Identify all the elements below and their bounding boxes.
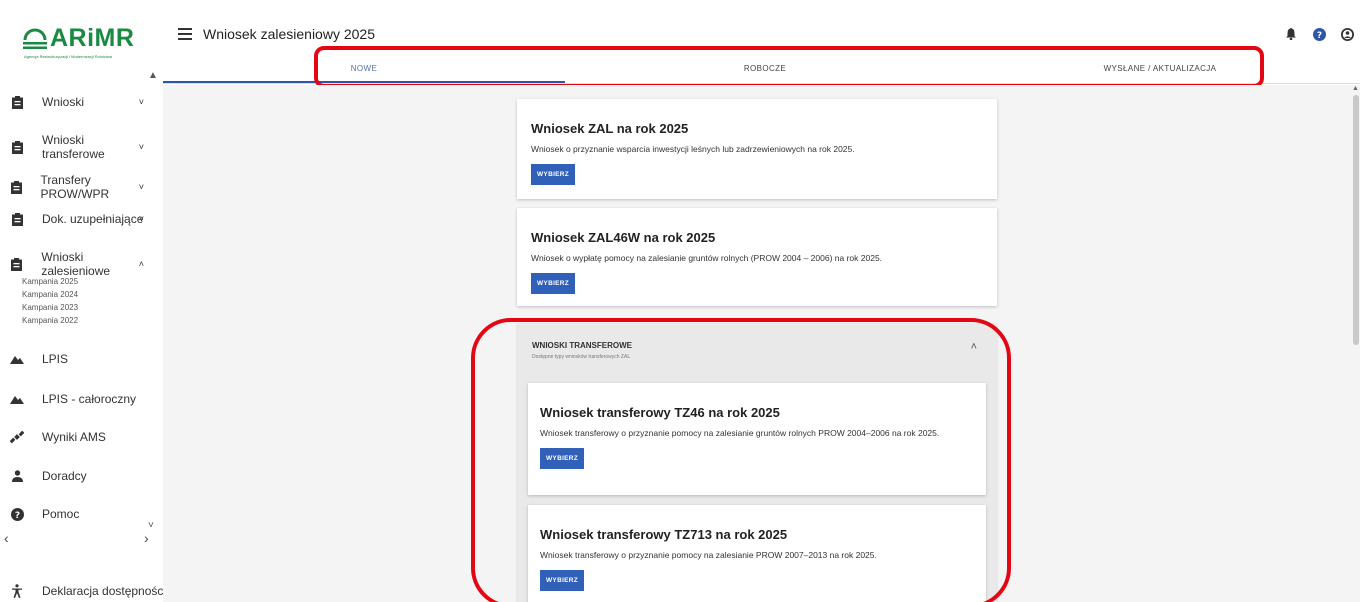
card-description: Wniosek o wypłatę pomocy na zalesianie g…	[531, 253, 883, 263]
bell-icon[interactable]	[1284, 27, 1298, 41]
sidebar-subitem-kampania-2023[interactable]: Kampania 2023	[22, 303, 78, 312]
scroll-left-icon[interactable]: ‹	[4, 530, 9, 546]
sidebar-item-label: LPIS - całoroczny	[42, 392, 137, 406]
chevron-up-icon: ˄	[138, 259, 144, 269]
sidebar: ARiMR Agencja Restrukturyzacji i Moderni…	[0, 0, 163, 602]
logo-subtitle: Agencja Restrukturyzacji i Modernizacji …	[24, 54, 113, 59]
sidebar-item-label: Wnioski	[42, 95, 85, 109]
sidebar-item-lpis[interactable]: LPIS	[10, 352, 150, 366]
sidebar-item-label: Wyniki AMS	[42, 430, 106, 444]
sidebar-item-doradcy[interactable]: Doradcy	[10, 469, 150, 483]
arimr-logo[interactable]: ARiMR Agencja Restrukturyzacji i Moderni…	[22, 24, 142, 64]
sidebar-item-wnioski[interactable]: Wnioski ˅	[10, 95, 150, 109]
sidebar-item-wyniki-ams[interactable]: Wyniki AMS	[10, 430, 150, 444]
chevron-down-icon: ˅	[138, 142, 144, 152]
sidebar-item-label: Transfery PROW/WPR	[40, 173, 110, 201]
user-icon[interactable]	[1340, 27, 1354, 41]
card-description: Wniosek o przyznanie wsparcia inwestycji…	[531, 144, 855, 154]
arimr-logo-mark-icon	[23, 28, 47, 49]
logo-text: ARiMR	[50, 24, 135, 52]
sidebar-subitem-kampania-2024[interactable]: Kampania 2024	[22, 290, 78, 299]
sidebar-item-lpis-caloroczny[interactable]: LPIS - całoroczny	[10, 392, 150, 406]
chevron-down-icon: ˅	[138, 97, 144, 107]
card-title: Wniosek ZAL46W na rok 2025	[531, 230, 716, 245]
select-zal46w-button[interactable]: WYBIERZ	[531, 273, 576, 294]
card-title: Wniosek ZAL na rok 2025	[531, 121, 689, 136]
accessibility-icon	[10, 584, 24, 598]
select-zal-button[interactable]: WYBIERZ	[531, 164, 576, 185]
content-vertical-scrollbar[interactable]: ▲	[1352, 85, 1360, 602]
sidebar-item-label: Dok. uzupełniające	[42, 212, 144, 226]
sidebar-horizontal-scrollbar[interactable]: ‹ ›	[0, 530, 160, 550]
clipboard-icon	[10, 140, 24, 154]
sidebar-item-label: Wnioski transferowe	[42, 133, 105, 161]
sidebar-scroll-up-button[interactable]: ▲	[148, 70, 158, 81]
sidebar-item-transfery-prow-wpr[interactable]: Transfery PROW/WPR ˅	[10, 173, 150, 201]
scroll-right-icon[interactable]: ›	[144, 530, 149, 546]
sidebar-item-label: LPIS	[42, 352, 69, 366]
clipboard-icon	[10, 257, 23, 271]
scrollbar-thumb[interactable]	[1353, 95, 1359, 345]
chevron-down-icon: ˅	[138, 182, 144, 192]
mountain-icon	[10, 392, 24, 406]
help-icon[interactable]: ?	[1312, 27, 1326, 41]
application-card-zal: Wniosek ZAL na rok 2025 Wniosek o przyzn…	[517, 99, 997, 199]
page-title: Wniosek zalesieniowy 2025	[203, 26, 375, 42]
sidebar-item-dok-uzupelniajace[interactable]: Dok. uzupełniające ˅	[10, 212, 150, 226]
satellite-icon	[10, 430, 24, 444]
sidebar-item-wnioski-transferowe[interactable]: Wnioski transferowe ˅	[10, 133, 150, 161]
sidebar-item-pomoc[interactable]: ? Pomoc	[10, 507, 150, 521]
sidebar-item-label: Pomoc	[42, 507, 80, 521]
svg-text:?: ?	[1316, 31, 1321, 41]
menu-icon[interactable]	[178, 28, 192, 43]
sidebar-item-wnioski-zalesieniowe[interactable]: Wnioski zalesieniowe ˄	[10, 250, 150, 278]
accessibility-declaration-link[interactable]: Deklaracja dostępności	[10, 584, 166, 598]
clipboard-icon	[10, 212, 24, 226]
accessibility-declaration-label: Deklaracja dostępności	[42, 584, 167, 598]
clipboard-icon	[10, 95, 24, 109]
tabs-highlight-frame	[314, 46, 1264, 88]
sidebar-subitem-kampania-2025[interactable]: Kampania 2025	[22, 277, 78, 286]
svg-text:?: ?	[14, 511, 19, 521]
help-icon: ?	[10, 507, 24, 521]
sidebar-item-label: Wnioski zalesieniowe	[41, 250, 111, 278]
application-card-zal46w: Wniosek ZAL46W na rok 2025 Wniosek o wyp…	[517, 208, 997, 306]
clipboard-icon	[10, 180, 23, 194]
scroll-up-icon[interactable]: ▲	[1352, 85, 1359, 92]
transfer-panel-highlight-frame	[471, 318, 1011, 602]
person-icon	[10, 469, 24, 483]
sidebar-subitem-kampania-2022[interactable]: Kampania 2022	[22, 316, 78, 325]
mountain-icon	[10, 352, 24, 366]
sidebar-item-label: Doradcy	[42, 469, 87, 483]
chevron-down-icon: ˅	[138, 214, 144, 224]
